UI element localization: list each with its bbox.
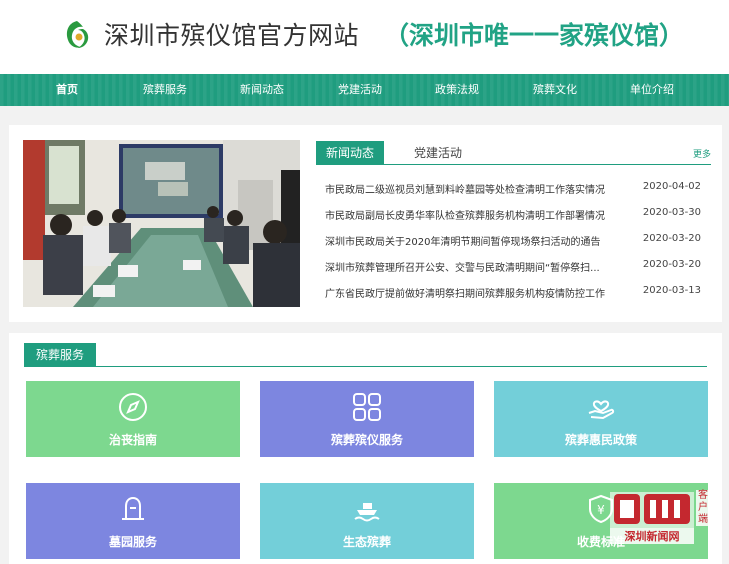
nav-item-news[interactable]: 新闻动态	[222, 74, 302, 106]
service-card-label: 治丧指南	[108, 433, 157, 447]
svg-text:¥: ¥	[597, 503, 605, 517]
bell-icon	[122, 496, 144, 520]
watermark: 深圳新闻网 客户端	[610, 488, 720, 552]
news-panel: 新闻动态 党建活动 更多 市民政局二级巡视员刘慧到料岭墓园等处检查清明工作落实情…	[9, 125, 722, 322]
site-title: 深圳市殡仪馆官方网站	[104, 21, 360, 50]
news-list-item[interactable]: 广东省民政厅提前做好清明祭扫期间殡葬服务机构疫情防控工作 2020-03-13	[325, 281, 711, 307]
watermark-logo	[610, 492, 694, 528]
nav-item-about[interactable]: 单位介绍	[612, 74, 692, 106]
site-logo-icon[interactable]	[62, 18, 92, 52]
nav-item-funeral-services[interactable]: 殡葬服务	[125, 74, 205, 106]
nav-item-party-activities[interactable]: 党建活动	[320, 74, 400, 106]
services-heading[interactable]: 殡葬服务	[24, 343, 97, 367]
service-card-benefit-policy[interactable]: 殡葬惠民政策	[494, 381, 708, 457]
watermark-side-text: 客户端	[696, 490, 710, 526]
tab-news[interactable]: 新闻动态	[316, 141, 385, 165]
compass-icon	[119, 393, 147, 421]
news-date: 2020-03-20	[642, 233, 701, 244]
news-title[interactable]: 深圳市民政局关于2020年清明节期间暂停现场祭扫活动的通告	[325, 233, 609, 248]
nav-item-funeral-culture[interactable]: 殡葬文化	[515, 74, 595, 106]
service-card-label: 生态殡葬	[342, 535, 391, 549]
site-slogan: （深圳市唯一一家殡仪馆）	[384, 21, 685, 50]
more-link[interactable]: 更多	[693, 147, 711, 160]
service-card-eco-burial[interactable]: 生态殡葬	[260, 483, 474, 559]
news-date: 2020-03-13	[642, 285, 701, 296]
news-title[interactable]: 深圳市殡葬管理所召开公安、交警与民政清明期间“暂停祭扫...	[325, 259, 609, 274]
nav-item-home[interactable]: 首页	[27, 74, 107, 106]
news-title[interactable]: 广东省民政厅提前做好清明祭扫期间殡葬服务机构疫情防控工作	[325, 285, 609, 300]
main-nav: 首页 殡葬服务 新闻动态 党建活动 政策法规 殡葬文化 单位介绍	[0, 74, 729, 106]
news-photo[interactable]	[23, 140, 300, 307]
hand-heart-icon	[588, 400, 615, 420]
news-title[interactable]: 市民政局副局长皮勇华率队检查殡葬服务机构清明工作部署情况	[325, 207, 609, 222]
service-card-funeral-services[interactable]: 殡葬殡仪服务	[260, 381, 474, 457]
news-list-item[interactable]: 市民政局二级巡视员刘慧到料岭墓园等处检查清明工作落实情况 2020-04-02	[325, 177, 711, 203]
grid-icon	[353, 393, 381, 421]
news-list-item[interactable]: 深圳市民政局关于2020年清明节期间暂停现场祭扫活动的通告 2020-03-20	[325, 229, 711, 255]
service-card-cemetery[interactable]: 墓园服务	[26, 483, 240, 559]
news-list-item[interactable]: 深圳市殡葬管理所召开公安、交警与民政清明期间“暂停祭扫... 2020-03-2…	[325, 255, 711, 281]
section-divider	[24, 366, 707, 367]
news-list: 市民政局二级巡视员刘慧到料岭墓园等处检查清明工作落实情况 2020-04-02 …	[325, 177, 711, 307]
service-card-label: 墓园服务	[108, 535, 157, 549]
service-card-label: 殡葬惠民政策	[564, 433, 637, 447]
news-title[interactable]: 市民政局二级巡视员刘慧到料岭墓园等处检查清明工作落实情况	[325, 181, 609, 196]
news-date: 2020-03-20	[642, 259, 701, 270]
news-date: 2020-03-30	[642, 207, 701, 218]
boat-icon	[354, 503, 380, 522]
watermark-text: 深圳新闻网	[610, 528, 694, 544]
tab-party-activities[interactable]: 党建活动	[404, 141, 472, 165]
news-list-item[interactable]: 市民政局副局长皮勇华率队检查殡葬服务机构清明工作部署情况 2020-03-30	[325, 203, 711, 229]
nav-item-policies[interactable]: 政策法规	[417, 74, 497, 106]
site-header: 深圳市殡仪馆官方网站 （深圳市唯一一家殡仪馆）	[0, 0, 729, 74]
service-card-label: 殡葬殡仪服务	[330, 433, 403, 447]
service-card-funeral-guide[interactable]: 治丧指南	[26, 381, 240, 457]
news-date: 2020-04-02	[642, 181, 701, 192]
news-tabs: 新闻动态 党建活动 更多	[316, 141, 711, 165]
meeting-photo-illustration	[23, 140, 300, 307]
